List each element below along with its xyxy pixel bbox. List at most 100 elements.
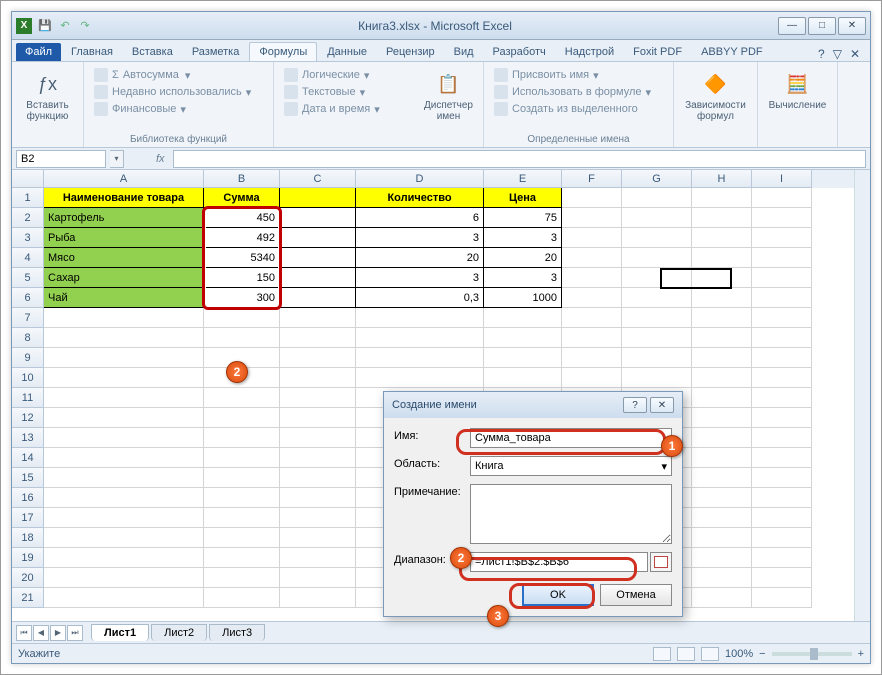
cell[interactable]: 20 xyxy=(356,248,484,268)
cell[interactable] xyxy=(692,488,752,508)
cell[interactable]: Количество xyxy=(356,188,484,208)
cell[interactable] xyxy=(562,288,622,308)
cell[interactable] xyxy=(692,188,752,208)
cell[interactable] xyxy=(692,528,752,548)
sheet-tab[interactable]: Лист1 xyxy=(91,624,149,641)
cell[interactable] xyxy=(622,328,692,348)
sheet-tab[interactable]: Лист2 xyxy=(151,624,207,641)
cell[interactable] xyxy=(752,208,812,228)
cell[interactable] xyxy=(44,468,204,488)
row-header[interactable]: 4 xyxy=(12,248,44,268)
cell[interactable] xyxy=(752,288,812,308)
view-layout-button[interactable] xyxy=(677,647,695,661)
use-in-formula-button[interactable]: Использовать в формуле▾ xyxy=(494,85,663,99)
define-name-button[interactable]: Присвоить имя▾ xyxy=(494,68,663,82)
cell[interactable] xyxy=(692,348,752,368)
save-icon[interactable]: 💾 xyxy=(38,19,52,33)
redo-icon[interactable]: ↷ xyxy=(78,19,92,33)
cell[interactable] xyxy=(752,368,812,388)
row-header[interactable]: 14 xyxy=(12,448,44,468)
cell[interactable] xyxy=(562,268,622,288)
cell[interactable] xyxy=(692,388,752,408)
cell[interactable] xyxy=(752,468,812,488)
cell[interactable] xyxy=(44,488,204,508)
cell[interactable] xyxy=(356,308,484,328)
row-header[interactable]: 19 xyxy=(12,548,44,568)
row-header[interactable]: 17 xyxy=(12,508,44,528)
cell[interactable] xyxy=(204,488,280,508)
cell[interactable]: Рыба xyxy=(44,228,204,248)
cell[interactable] xyxy=(692,268,752,288)
cell[interactable] xyxy=(622,288,692,308)
cell[interactable] xyxy=(204,508,280,528)
cell[interactable]: 1000 xyxy=(484,288,562,308)
cell[interactable]: 492 xyxy=(204,228,280,248)
cell[interactable] xyxy=(44,428,204,448)
ribbon-minimize-icon[interactable]: ▽ xyxy=(833,47,842,61)
workbook-close-icon[interactable]: ✕ xyxy=(850,47,860,61)
cell[interactable] xyxy=(692,508,752,528)
cell[interactable] xyxy=(692,368,752,388)
dialog-help-button[interactable]: ? xyxy=(623,397,647,413)
row-header[interactable]: 21 xyxy=(12,588,44,608)
cell[interactable] xyxy=(280,548,356,568)
datetime-button[interactable]: Дата и время▾ xyxy=(284,102,404,116)
row-header[interactable]: 12 xyxy=(12,408,44,428)
cell[interactable] xyxy=(752,268,812,288)
cell[interactable] xyxy=(204,548,280,568)
cell[interactable] xyxy=(280,188,356,208)
range-picker-button[interactable] xyxy=(650,552,672,572)
cell[interactable] xyxy=(692,588,752,608)
cell[interactable] xyxy=(484,368,562,388)
cell[interactable] xyxy=(204,448,280,468)
row-header[interactable]: 20 xyxy=(12,568,44,588)
cell[interactable] xyxy=(562,208,622,228)
sheet-nav-next-icon[interactable]: ▶ xyxy=(50,625,66,641)
cell[interactable] xyxy=(280,588,356,608)
cell[interactable]: 150 xyxy=(204,268,280,288)
help-icon[interactable]: ? xyxy=(818,47,825,61)
cell[interactable] xyxy=(692,428,752,448)
undo-icon[interactable]: ↶ xyxy=(58,19,72,33)
range-input[interactable] xyxy=(470,552,648,572)
tab-file[interactable]: Файл xyxy=(16,43,61,61)
cell[interactable] xyxy=(622,368,692,388)
cell[interactable] xyxy=(204,468,280,488)
cell[interactable]: 450 xyxy=(204,208,280,228)
cell[interactable] xyxy=(752,428,812,448)
row-header[interactable]: 6 xyxy=(12,288,44,308)
cell[interactable] xyxy=(44,308,204,328)
cell[interactable]: Мясо xyxy=(44,248,204,268)
tab-review[interactable]: Рецензир xyxy=(377,43,444,61)
cell[interactable] xyxy=(280,228,356,248)
cell[interactable] xyxy=(692,548,752,568)
cell[interactable] xyxy=(692,448,752,468)
cell[interactable] xyxy=(692,248,752,268)
row-header[interactable]: 8 xyxy=(12,328,44,348)
cancel-button[interactable]: Отмена xyxy=(600,584,672,606)
cell[interactable]: 20 xyxy=(484,248,562,268)
cell[interactable]: Сахар xyxy=(44,268,204,288)
column-header[interactable]: G xyxy=(622,170,692,188)
cell[interactable] xyxy=(204,568,280,588)
cell[interactable] xyxy=(752,328,812,348)
insert-function-button[interactable]: ƒx Вставить функцию xyxy=(18,66,77,126)
cell[interactable] xyxy=(44,388,204,408)
cell[interactable] xyxy=(562,308,622,328)
cell[interactable] xyxy=(752,528,812,548)
cell[interactable] xyxy=(44,368,204,388)
cell[interactable] xyxy=(280,448,356,468)
cell[interactable] xyxy=(204,308,280,328)
cell[interactable] xyxy=(204,588,280,608)
cell[interactable] xyxy=(752,348,812,368)
row-header[interactable]: 1 xyxy=(12,188,44,208)
cell[interactable] xyxy=(280,268,356,288)
cell[interactable] xyxy=(204,528,280,548)
cell[interactable] xyxy=(44,548,204,568)
dialog-title-bar[interactable]: Создание имени ? ✕ xyxy=(384,392,682,418)
cell[interactable] xyxy=(752,448,812,468)
cell[interactable] xyxy=(752,228,812,248)
cell[interactable] xyxy=(44,588,204,608)
cell[interactable] xyxy=(280,528,356,548)
cell[interactable] xyxy=(752,568,812,588)
